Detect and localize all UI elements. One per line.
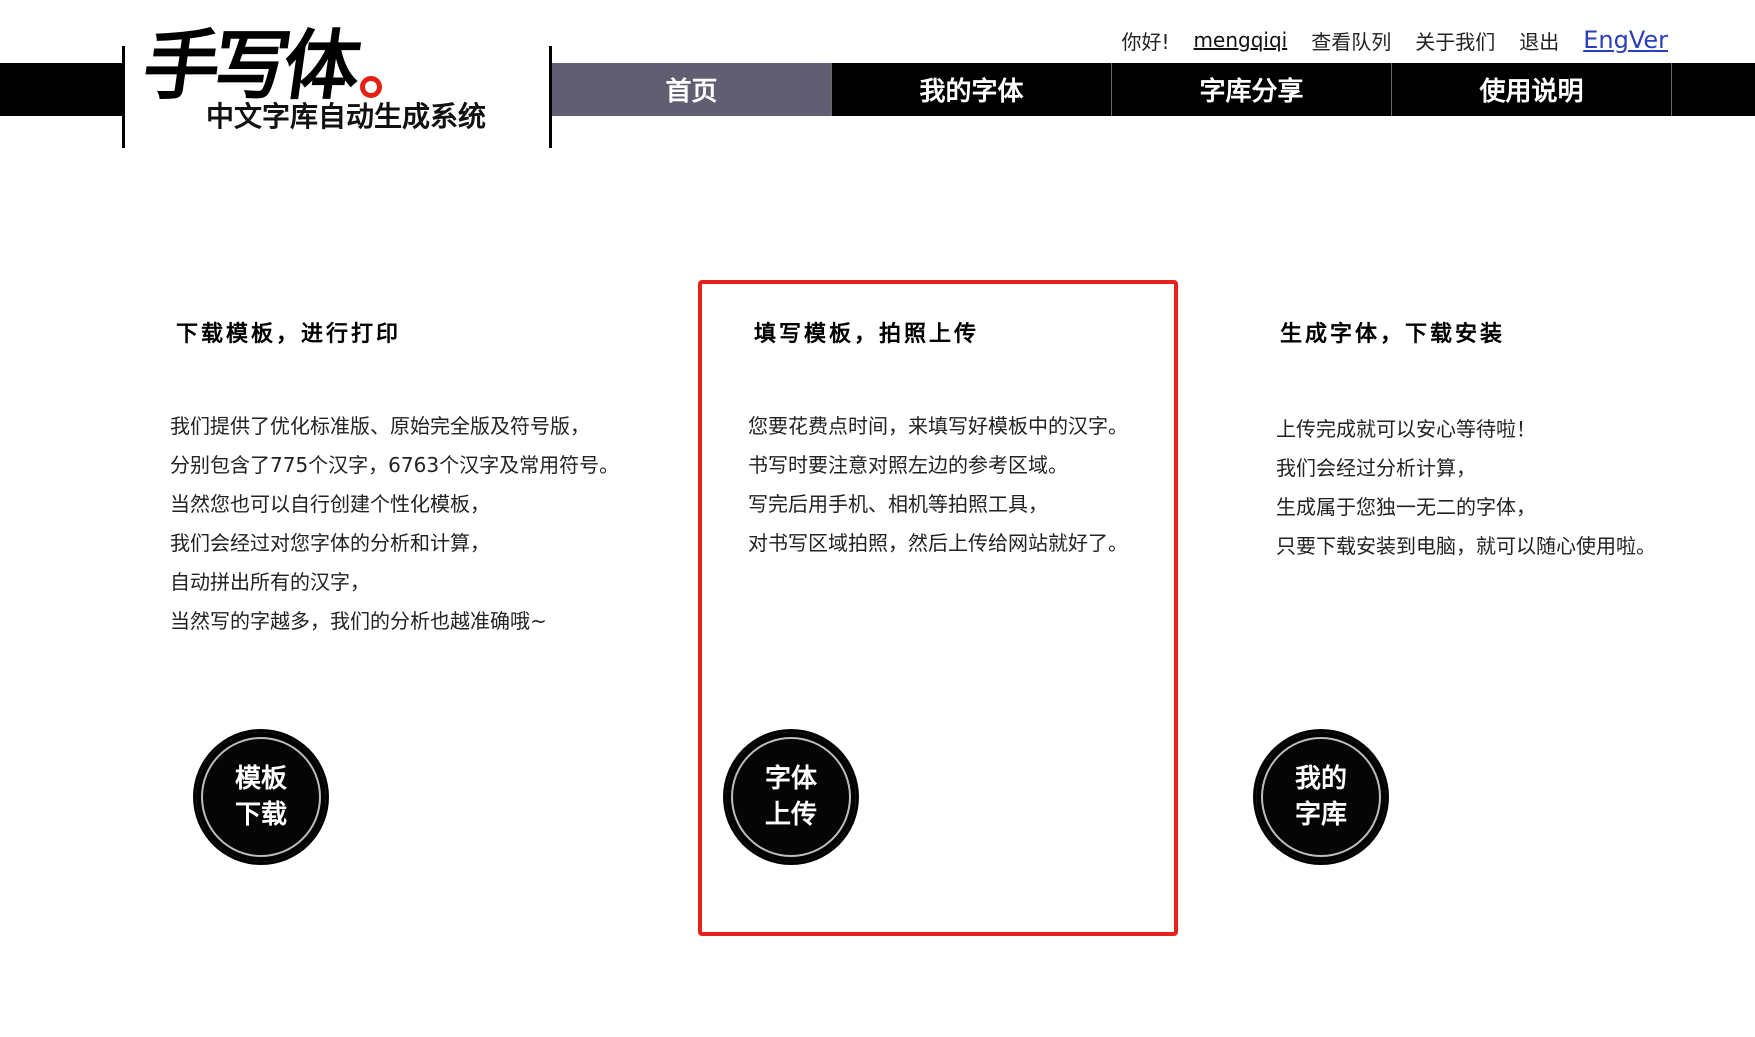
step-description-line: 我们会经过分析计算， [1276,456,1476,480]
step-description-line: 当然您也可以自行创建个性化模板， [170,492,490,516]
nav-tab-home[interactable]: 首页 [552,63,832,116]
step-generate-font: 生成字体，下载安装 上传完成就可以安心等待啦！ 我们会经过分析计算， 生成属于您… [1256,280,1736,936]
step-title: 生成字体，下载安装 [1280,321,1506,347]
logo-subtitle: 中文字库自动生成系统 [206,100,487,133]
nav-tab-font-share[interactable]: 字库分享 [1112,63,1392,116]
logout-link[interactable]: 退出 [1519,26,1559,55]
view-queue-link[interactable]: 查看队列 [1311,26,1391,55]
main-nav: 首页 我的字体 字库分享 使用说明 [552,63,1672,116]
step-description-line: 写完后用手机、相机等拍照工具， [748,492,1048,516]
logo-divider-left [122,46,125,148]
step-title: 下载模板，进行打印 [176,321,402,347]
step-description-line: 我们会经过对您字体的分析和计算， [170,531,490,555]
step-download-template: 下载模板，进行打印 我们提供了优化标准版、原始完全版及符号版， 分别包含了775… [146,280,626,936]
greeting-text: 你好! [1121,29,1170,54]
step-description-line: 我们提供了优化标准版、原始完全版及符号版， [170,414,590,438]
step-upload-font: 填写模板，拍照上传 您要花费点时间，来填写好模板中的汉字。 书写时要注意对照左边… [698,280,1178,936]
font-upload-button[interactable]: 字体 上传 [726,732,856,862]
button-label-line1: 字体 [764,764,817,794]
step-description-line: 生成属于您独一无二的字体， [1276,495,1536,519]
button-label-line2: 字库 [1294,800,1347,830]
step-description-line: 书写时要注意对照左边的参考区域。 [748,453,1068,477]
step-description: 我们提供了优化标准版、原始完全版及符号版， 分别包含了775个汉字，6763个汉… [170,407,619,641]
step-description-line: 只要下载安装到电脑，就可以随心使用啦。 [1276,534,1656,558]
step-description-line: 对书写区域拍照，然后上传给网站就好了。 [748,531,1128,555]
step-description-line: 您要花费点时间，来填写好模板中的汉字。 [748,414,1128,438]
button-label-line2: 下载 [234,800,287,830]
english-version-link[interactable]: EngVer [1583,26,1668,54]
button-label-line1: 模板 [234,764,287,794]
site-logo[interactable]: 手写体 中文字库自动生成系统 [122,16,552,148]
user-bar: 你好! mengqiqi 查看队列 关于我们 退出 EngVer [1122,22,1669,58]
button-label-line2: 上传 [764,800,817,830]
homepage: 手写体 中文字库自动生成系统 你好! mengqiqi 查看队列 关于我们 退出… [0,0,1755,1037]
nav-tab-instructions[interactable]: 使用说明 [1392,63,1672,116]
template-download-button[interactable]: 模板 下载 [196,732,326,862]
step-description-line: 自动拼出所有的汉字， [170,570,370,594]
button-label-line1: 我的 [1294,764,1347,794]
step-description-line: 当然写的字越多，我们的分析也越准确哦~ [170,609,547,633]
logo-seal-icon [360,76,382,98]
step-title: 填写模板，拍照上传 [754,321,980,347]
nav-tab-my-fonts[interactable]: 我的字体 [832,63,1112,116]
step-description: 上传完成就可以安心等待啦！ 我们会经过分析计算， 生成属于您独一无二的字体， 只… [1276,410,1656,566]
username-link[interactable]: mengqiqi [1194,28,1288,52]
my-font-library-button[interactable]: 我的 字库 [1256,732,1386,862]
step-description-line: 分别包含了775个汉字，6763个汉字及常用符号。 [170,453,620,477]
step-description: 您要花费点时间，来填写好模板中的汉字。 书写时要注意对照左边的参考区域。 写完后… [748,407,1128,563]
about-us-link[interactable]: 关于我们 [1415,26,1495,55]
step-description-line: 上传完成就可以安心等待啦！ [1276,417,1536,441]
